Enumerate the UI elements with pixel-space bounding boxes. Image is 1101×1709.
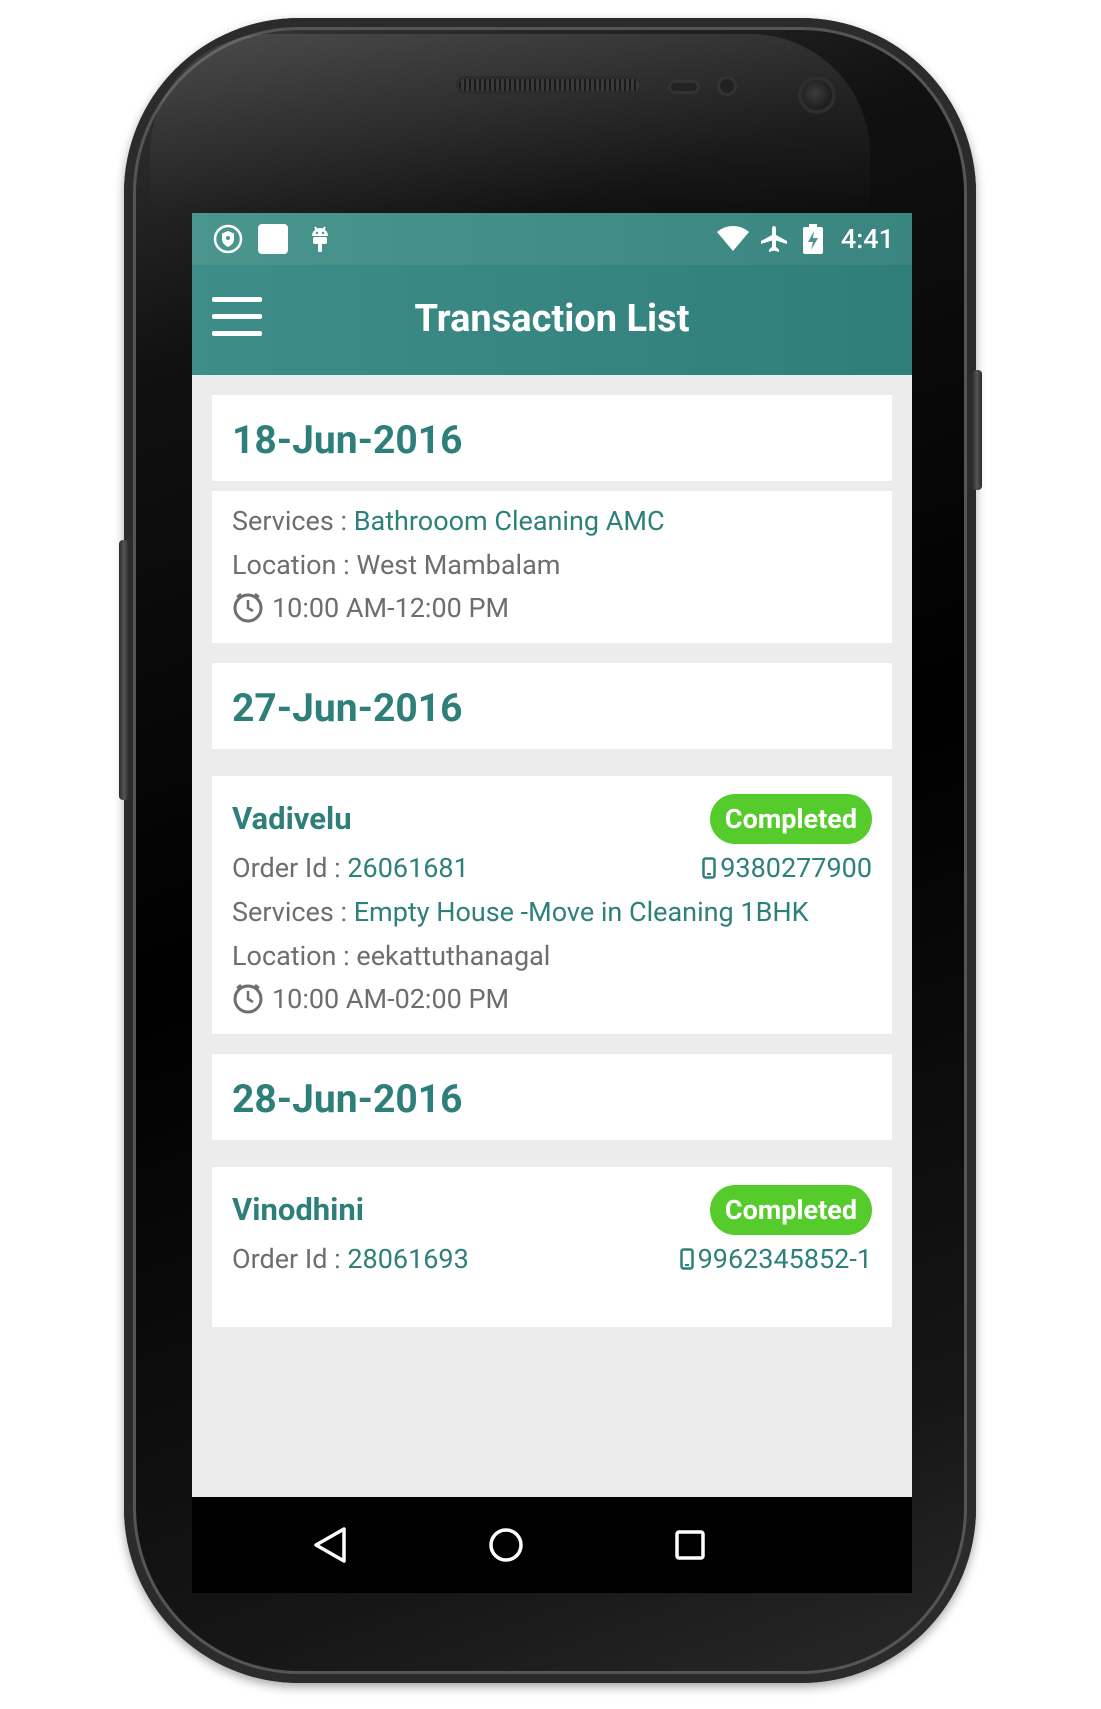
order-id-row: Order Id : 28061693 [232,1243,469,1275]
customer-name: Vadivelu [232,800,352,837]
power-button [972,370,982,490]
mobile-phone-icon [679,1248,694,1270]
services-row: Services : Bathrooom Cleaning AMC [232,505,665,537]
services-value: Bathrooom Cleaning AMC [353,505,665,537]
order-id-label: Order Id : [232,852,348,884]
transaction-card[interactable]: Services : Bathrooom Cleaning AMC Locati… [212,491,892,643]
screen: 4:41 Transaction List 18-Jun-2016 Servic… [192,213,912,1497]
phone-number: 9380277900 [720,852,872,884]
transaction-card[interactable]: Vadivelu Completed Order Id : 26061681 9… [212,776,892,1034]
date-label: 18-Jun-2016 [232,417,463,463]
services-value: Empty House -Move in Cleaning 1BHK [353,896,809,928]
navigation-bar [192,1497,912,1593]
phone-link[interactable]: 9380277900 [702,852,872,884]
airplane-mode-icon [758,223,790,255]
mobile-phone-icon [702,857,716,879]
status-bar: 4:41 [192,213,912,265]
page-title: Transaction List [414,297,690,341]
order-id-value: 28061693 [347,1243,469,1275]
order-id-label: Order Id : [232,1243,348,1275]
date-label: 27-Jun-2016 [232,685,463,731]
app-bar: Transaction List [192,265,912,375]
back-icon[interactable] [304,1519,356,1571]
time-value: 10:00 AM-02:00 PM [272,983,510,1015]
date-header: 27-Jun-2016 [212,663,892,749]
phone-link[interactable]: 9962345852-1 [679,1243,872,1275]
order-id-row: Order Id : 26061681 [232,852,469,884]
proximity-sensor [668,80,700,94]
location-label: Location : [232,549,357,581]
battery-charging-icon [802,223,824,255]
phone-number: 9962345852-1 [697,1243,872,1275]
location-value: West Mambalam [356,549,561,581]
date-header: 18-Jun-2016 [212,395,892,481]
time-row: 10:00 AM-12:00 PM [232,592,509,626]
notification-square-icon [258,224,288,254]
location-row: Location : eekattuthanagal [232,940,550,972]
services-row: Services : Empty House -Move in Cleaning… [232,896,809,928]
time-value: 10:00 AM-12:00 PM [272,592,510,624]
home-icon[interactable] [480,1519,532,1571]
transaction-card[interactable]: Vinodhini Completed Order Id : 28061693 … [212,1167,892,1327]
front-camera [798,76,836,114]
wifi-icon [715,223,751,255]
order-id-value: 26061681 [347,852,469,884]
date-header: 28-Jun-2016 [212,1054,892,1140]
status-time: 4:41 [840,223,894,255]
recents-icon[interactable] [664,1519,716,1571]
status-badge: Completed [710,794,872,844]
location-value: eekattuthanagal [356,940,551,972]
clock-icon [232,982,264,1014]
date-label: 28-Jun-2016 [232,1076,463,1122]
location-row: Location : West Mambalam [232,549,560,581]
volume-button [119,540,129,800]
services-label: Services : [232,505,354,537]
vpn-shield-icon [212,223,244,255]
time-row: 10:00 AM-02:00 PM [232,983,509,1017]
location-label: Location : [232,940,357,972]
earpiece-speaker [456,76,642,94]
customer-name: Vinodhini [232,1191,364,1228]
services-label: Services : [232,896,354,928]
status-badge: Completed [710,1185,872,1235]
android-debug-icon [308,223,332,255]
light-sensor [717,76,737,96]
clock-icon [232,591,264,623]
